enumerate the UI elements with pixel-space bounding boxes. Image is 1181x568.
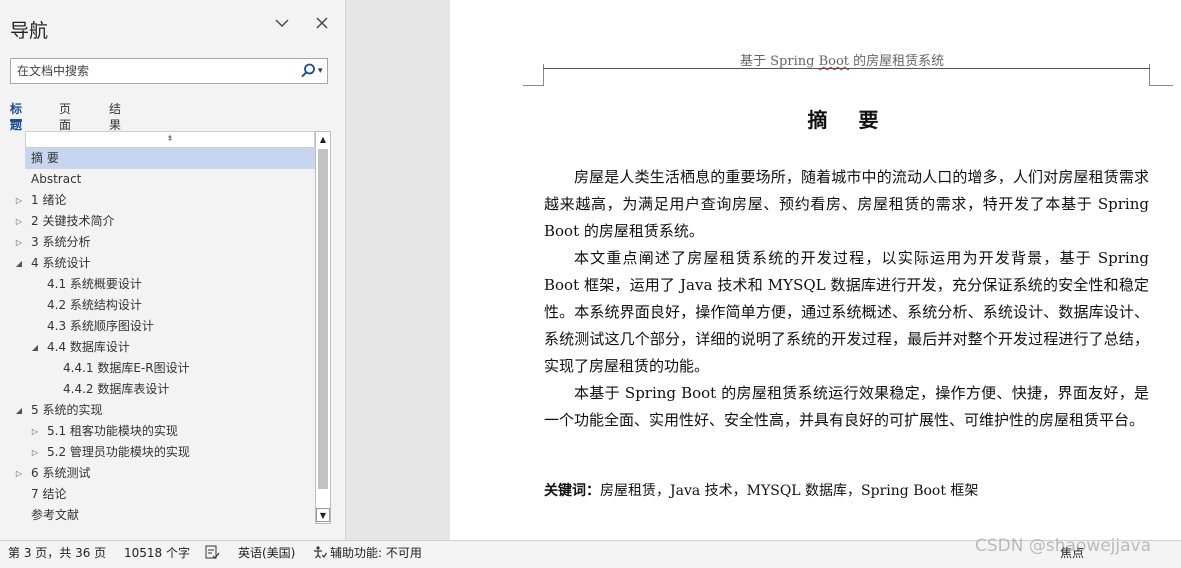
nav-heading-item[interactable]: 4.4.2 数据库表设计 <box>0 379 315 400</box>
nav-heading-label: 5.2 管理员功能模块的实现 <box>47 445 190 459</box>
nav-heading-item[interactable]: 摘 要 <box>0 148 315 169</box>
nav-heading-item[interactable]: 4.3 系统顺序图设计 <box>0 316 315 337</box>
nav-heading-label: 参考文献 <box>31 508 80 522</box>
scroll-down-icon[interactable]: ▼ <box>316 508 330 522</box>
nav-heading-item[interactable]: 参考文献 <box>0 505 315 526</box>
header-prefix: 基于 Spring <box>740 54 819 69</box>
nav-heading-label: 4.2 系统结构设计 <box>47 298 142 312</box>
nav-heading-label: 4 系统设计 <box>31 256 91 270</box>
collapsed-triangle-icon[interactable]: ▷ <box>29 421 41 442</box>
nav-heading-label: 6 系统测试 <box>31 466 91 480</box>
nav-scrollbar[interactable]: ▲ ▼ <box>315 131 331 524</box>
heading-list: ⯒ 摘 要 Abstract ▷ 1 绪论 ▷ 2 关键技术简介 ▷ 3 系统分析 ◢ 4 系统设… <box>0 131 315 524</box>
scrollbar-thumb[interactable] <box>318 149 328 489</box>
nav-heading-label: 1 绪论 <box>31 193 67 207</box>
nav-heading-item[interactable]: ▷ 5.2 管理员功能模块的实现 <box>0 442 315 463</box>
header-rule <box>543 68 1150 69</box>
document-area: 基于 Spring Boot 的房屋租赁系统 摘 要 房屋是人类生活栖息的重要场… <box>347 0 1181 540</box>
selection-highlight <box>25 148 315 169</box>
expanded-triangle-icon[interactable]: ◢ <box>13 253 25 274</box>
nav-heading-item[interactable]: 7 结论 <box>0 484 315 505</box>
nav-heading-label: 4.4.1 数据库E-R图设计 <box>63 361 190 375</box>
nav-heading-label: 摘 要 <box>31 151 59 165</box>
close-icon[interactable] <box>312 14 332 34</box>
tab-pages[interactable]: 页面 <box>59 101 71 132</box>
paragraph: 房屋是人类生活栖息的重要场所，随着城市中的流动人口的增多，人们对房屋租赁需求越来… <box>544 168 1149 240</box>
word-count[interactable]: 10518 个字 <box>124 541 190 567</box>
search-box: ▾ <box>10 58 328 84</box>
page-count[interactable]: 第 3 页，共 36 页 <box>8 541 106 567</box>
collapsed-triangle-icon[interactable]: ▷ <box>13 211 25 232</box>
scroll-up-icon[interactable]: ▲ <box>316 133 330 147</box>
abstract-body: 房屋是人类生活栖息的重要场所，随着城市中的流动人口的增多，人们对房屋租赁需求越来… <box>544 164 1149 434</box>
nav-heading-label: 3 系统分析 <box>31 235 91 249</box>
tab-headings[interactable]: 标题 <box>10 101 23 132</box>
collapsed-triangle-icon[interactable]: ▷ <box>13 232 25 253</box>
nav-heading-item[interactable]: ▷ 1 绪论 <box>0 190 315 211</box>
nav-heading-item[interactable]: 4.2 系统结构设计 <box>0 295 315 316</box>
header-suffix: 的房屋租赁系统 <box>849 54 945 69</box>
nav-heading-item[interactable]: 4.1 系统概要设计 <box>0 274 315 295</box>
nav-heading-label: 2 关键技术简介 <box>31 214 115 228</box>
paragraph: 本基于 Spring Boot 的房屋租赁系统运行效果稳定，操作方便、快捷，界面… <box>544 384 1149 429</box>
accessibility-status[interactable]: 辅助功能: 不可用 <box>330 541 422 567</box>
nav-title: 导航 <box>10 20 49 42</box>
scroll-to-top-button[interactable]: ⯒ <box>25 131 315 148</box>
tab-results[interactable]: 结果 <box>109 101 121 132</box>
navigation-pane: 导航 ▾ 标题 页面 结果 ⯒ 摘 要 Abstract ▷ 1 绪论 ▷ 2 关键技术简… <box>0 0 346 540</box>
expanded-triangle-icon[interactable]: ◢ <box>29 337 41 358</box>
nav-heading-item[interactable]: ▷ 6 系统测试 <box>0 463 315 484</box>
nav-heading-label: 4.4 数据库设计 <box>47 340 130 354</box>
crop-mark <box>1149 85 1173 86</box>
proofing-icon[interactable] <box>205 541 220 567</box>
nav-heading-item[interactable]: ◢ 5 系统的实现 <box>0 400 315 421</box>
document-page[interactable]: 基于 Spring Boot 的房屋租赁系统 摘 要 房屋是人类生活栖息的重要场… <box>450 0 1181 540</box>
nav-heading-label: 4.1 系统概要设计 <box>47 277 142 291</box>
nav-heading-item[interactable]: ▷ 2 关键技术简介 <box>0 211 315 232</box>
collapsed-triangle-icon[interactable]: ▷ <box>13 190 25 211</box>
abstract-title: 摘 要 <box>807 108 891 132</box>
nav-heading-item[interactable]: ▷ 5.1 租客功能模块的实现 <box>0 421 315 442</box>
crop-mark <box>523 85 544 86</box>
search-input[interactable] <box>11 59 291 83</box>
nav-heading-label: 4.4.2 数据库表设计 <box>63 382 170 396</box>
nav-heading-label: 5 系统的实现 <box>31 403 103 417</box>
nav-heading-item[interactable]: 4.4.1 数据库E-R图设计 <box>0 358 315 379</box>
spelling-flag: Boot <box>818 54 849 69</box>
nav-heading-label: Abstract <box>31 172 82 186</box>
expanded-triangle-icon[interactable]: ◢ <box>13 400 25 421</box>
watermark: CSDN @shaowejjava <box>975 536 1152 556</box>
nav-heading-label: 7 结论 <box>31 487 67 501</box>
nav-heading-item[interactable]: Abstract <box>0 169 315 190</box>
accessibility-icon[interactable] <box>312 541 328 567</box>
paragraph: 本文重点阐述了房屋租赁系统的开发过程，以实际运用为开发背景，基于 Spring … <box>544 249 1149 375</box>
chevron-down-icon[interactable]: ▾ <box>318 63 323 79</box>
nav-heading-item[interactable]: ◢ 4.4 数据库设计 <box>0 337 315 358</box>
nav-heading-item[interactable]: ◢ 4 系统设计 <box>0 253 315 274</box>
page-header: 基于 Spring Boot 的房屋租赁系统 <box>740 50 944 69</box>
keywords-line: 关键词：房屋租赁，Java 技术，MYSQL 数据库，Spring Boot 框… <box>544 480 1149 500</box>
language-status[interactable]: 英语(美国) <box>238 541 295 567</box>
nav-heading-item[interactable]: ▷ 3 系统分析 <box>0 232 315 253</box>
collapsed-triangle-icon[interactable]: ▷ <box>29 442 41 463</box>
search-icon[interactable] <box>299 62 317 80</box>
nav-heading-label: 4.3 系统顺序图设计 <box>47 319 154 333</box>
collapsed-triangle-icon[interactable]: ▷ <box>13 463 25 484</box>
nav-heading-label: 5.1 租客功能模块的实现 <box>47 424 178 438</box>
keywords-text: 房屋租赁，Java 技术，MYSQL 数据库，Spring Boot 框架 <box>600 483 979 499</box>
chevron-down-icon[interactable] <box>272 14 292 34</box>
keywords-label: 关键词： <box>544 483 600 499</box>
